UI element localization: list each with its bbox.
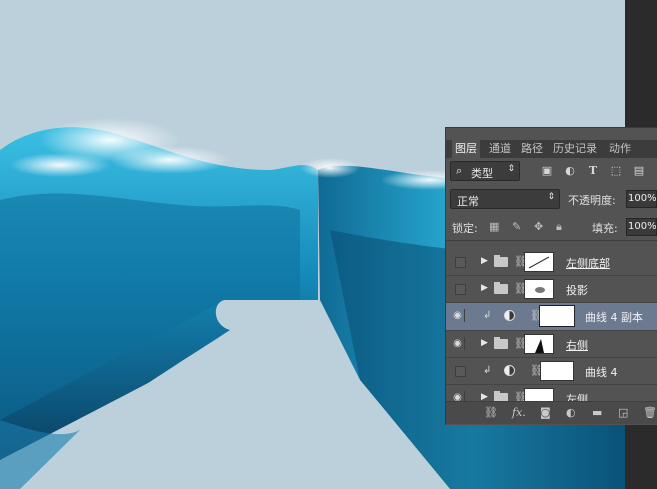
tab-paths[interactable]: 路径 (521, 142, 543, 156)
adjustment-icon[interactable]: ◐ (566, 406, 576, 419)
curves-adjustment-icon (504, 310, 515, 321)
layer-name: 投影 (566, 284, 588, 297)
layer-name: 左侧底部 (566, 257, 610, 270)
lock-brush-icon[interactable]: ✎ (512, 220, 521, 233)
visibility-toggle[interactable] (455, 257, 466, 268)
blend-mode-select[interactable]: 正常 ⇕ (450, 189, 560, 209)
layer-row[interactable]: ▶ ⛓︎ 左侧底部 (446, 249, 657, 276)
search-icon: ⌕ (456, 164, 463, 177)
lock-label: 锁定: (452, 222, 478, 235)
layer-name: 曲线 4 (585, 366, 618, 379)
layer-row[interactable]: ◉ ▶ ⛓︎ 左侧 (446, 385, 657, 402)
trash-icon[interactable]: 🗑︎ (643, 406, 657, 419)
visibility-toggle[interactable] (455, 284, 466, 295)
eye-icon[interactable]: ◉ (451, 309, 465, 322)
link-icon[interactable]: ⛓︎ (484, 406, 498, 419)
type-filter-icon[interactable]: T (586, 164, 600, 178)
layer-mask-thumbnail[interactable] (524, 279, 554, 299)
folder-icon (494, 282, 508, 294)
layer-name: 曲线 4 副本 (585, 311, 643, 324)
opacity-label: 不透明度: (568, 194, 616, 207)
layer-row[interactable]: ↲ ⛓︎ 曲线 4 (446, 358, 657, 385)
layers-panel: 图层 通道 路径 历史记录 动作 ⌕ 类型 ⇕ ▣ ◐ T ⬚ ▤ 正常 ⇕ 不… (445, 127, 657, 425)
layer-row[interactable]: ◉ ▶ ⛓︎ 右侧 (446, 331, 657, 358)
clipping-arrow-icon: ↲ (483, 365, 492, 376)
layer-row[interactable]: ◉ ↲ ⛓︎ 曲线 4 副本 (446, 303, 657, 331)
fx-icon[interactable]: fx. (512, 406, 526, 419)
expand-arrow-icon[interactable]: ▶ (481, 283, 488, 293)
curves-adjustment-icon (504, 365, 515, 376)
fill-label: 填充: (592, 222, 618, 235)
opacity-field[interactable]: 100% (626, 190, 657, 208)
mask-icon[interactable]: ◙ (540, 406, 551, 419)
eye-icon[interactable]: ◉ (451, 337, 465, 350)
filter-row: ⌕ 类型 ⇕ ▣ ◐ T ⬚ ▤ (450, 161, 654, 183)
clipping-arrow-icon: ↲ (483, 310, 492, 321)
lock-transparency-icon[interactable]: ▦ (489, 220, 499, 233)
layer-mask-thumbnail[interactable] (524, 388, 554, 402)
layer-mask-thumbnail[interactable] (524, 252, 554, 272)
chevron-updown-icon: ⇕ (507, 164, 515, 174)
smart-object-filter-icon[interactable]: ▤ (632, 164, 646, 178)
layer-mask-thumbnail[interactable] (524, 334, 554, 354)
adjustment-filter-icon[interactable]: ◐ (563, 164, 577, 178)
filter-kind-select[interactable]: ⌕ 类型 ⇕ (450, 161, 520, 181)
visibility-toggle[interactable] (455, 366, 466, 377)
chevron-updown-icon: ⇕ (547, 192, 555, 202)
folder-icon (494, 255, 508, 267)
lock-all-icon[interactable]: 🔒︎ (556, 220, 562, 234)
panel-bottom-bar: ⛓︎ fx. ◙ ◐ ▬ ◲ 🗑︎ (446, 401, 657, 424)
tab-actions[interactable]: 动作 (609, 142, 631, 156)
tab-history[interactable]: 历史记录 (553, 142, 597, 156)
expand-arrow-icon[interactable]: ▶ (481, 338, 488, 348)
new-layer-icon[interactable]: ◲ (618, 406, 628, 419)
new-group-icon[interactable]: ▬ (592, 406, 602, 419)
tab-layers[interactable]: 图层 (452, 140, 480, 158)
image-filter-icon[interactable]: ▣ (540, 164, 554, 178)
filter-kind-label: 类型 (471, 167, 493, 180)
shape-filter-icon[interactable]: ⬚ (609, 164, 623, 178)
layer-mask-thumbnail[interactable] (539, 305, 575, 327)
panel-tabs: 图层 通道 路径 历史记录 动作 (446, 140, 657, 158)
layer-row[interactable]: ▶ ⛓︎ 投影 (446, 276, 657, 303)
tab-channels[interactable]: 通道 (489, 142, 511, 156)
layer-name: 右侧 (566, 339, 588, 352)
expand-arrow-icon[interactable]: ▶ (481, 256, 488, 266)
lock-position-icon[interactable]: ✥ (534, 220, 543, 233)
fill-field[interactable]: 100% (626, 218, 657, 236)
blend-mode-value: 正常 (457, 195, 479, 208)
layer-mask-thumbnail[interactable] (540, 361, 574, 381)
folder-icon (494, 337, 508, 349)
layer-list: ▶ ⛓︎ 左侧底部 ▶ ⛓︎ 投影 ◉ ↲ ⛓︎ 曲线 4 副本 ◉ ▶ ⛓︎ … (446, 240, 657, 402)
